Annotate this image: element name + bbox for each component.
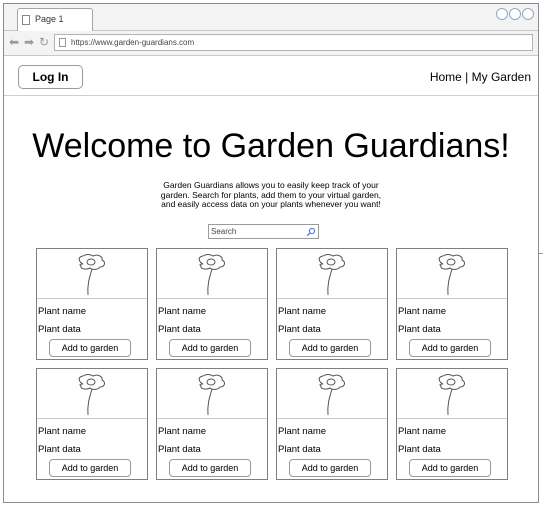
plant-data: Plant data xyxy=(158,444,201,455)
intro-line: and easily access data on your plants wh… xyxy=(161,199,381,209)
page-icon xyxy=(22,15,30,25)
browser-tab[interactable]: Page 1 xyxy=(17,8,93,31)
plant-image xyxy=(397,249,507,299)
plant-image xyxy=(157,249,267,299)
plant-image xyxy=(397,369,507,419)
url-text: https://www.garden-guardians.com xyxy=(71,38,195,47)
flower-icon xyxy=(318,254,345,296)
top-nav: Home | My Garden xyxy=(430,70,531,84)
plant-image xyxy=(277,249,387,299)
header-divider xyxy=(4,95,538,96)
nav-separator: | xyxy=(465,70,469,84)
add-to-garden-button[interactable]: Add to garden xyxy=(49,459,131,477)
plant-image xyxy=(37,249,147,299)
plant-card: Plant name Plant data Add to garden xyxy=(156,368,268,480)
plant-name: Plant name xyxy=(278,426,327,437)
flower-icon xyxy=(198,254,225,296)
plant-name: Plant name xyxy=(398,426,447,437)
plant-image xyxy=(37,369,147,419)
plant-card: Plant name Plant data Add to garden xyxy=(276,248,388,360)
plant-name: Plant name xyxy=(38,306,87,317)
minimize-icon[interactable] xyxy=(496,8,508,20)
flower-icon xyxy=(438,254,465,296)
search-box xyxy=(208,224,319,239)
add-to-garden-button[interactable]: Add to garden xyxy=(169,339,251,357)
browser-window: Page 1 ⬅ ➡ ↻ https://www.garden-guardian… xyxy=(3,3,539,503)
plant-data: Plant data xyxy=(278,324,321,335)
plant-image xyxy=(277,369,387,419)
plant-data: Plant data xyxy=(38,444,81,455)
flower-icon xyxy=(438,374,465,416)
flower-icon xyxy=(78,374,105,416)
login-button[interactable]: Log In xyxy=(18,65,83,89)
flower-icon xyxy=(78,254,105,296)
plant-data: Plant data xyxy=(158,324,201,335)
intro-text: Garden Guardians allows you to easily ke… xyxy=(146,180,396,210)
side-marker xyxy=(539,253,543,254)
flower-icon xyxy=(318,374,345,416)
plant-card: Plant name Plant data Add to garden xyxy=(396,368,508,480)
plant-card: Plant name Plant data Add to garden xyxy=(36,368,148,480)
add-to-garden-button[interactable]: Add to garden xyxy=(169,459,251,477)
nav-home-link[interactable]: Home xyxy=(430,70,462,84)
add-to-garden-button[interactable]: Add to garden xyxy=(289,339,371,357)
address-bar: ⬅ ➡ ↻ https://www.garden-guardians.com xyxy=(4,31,538,56)
add-to-garden-button[interactable]: Add to garden xyxy=(289,459,371,477)
search-input[interactable] xyxy=(209,225,306,238)
plant-data: Plant data xyxy=(278,444,321,455)
plant-card: Plant name Plant data Add to garden xyxy=(276,368,388,480)
plant-card: Plant name Plant data Add to garden xyxy=(36,248,148,360)
plant-image xyxy=(157,369,267,419)
plant-card: Plant name Plant data Add to garden xyxy=(396,248,508,360)
flower-icon xyxy=(198,374,225,416)
plant-data: Plant data xyxy=(398,324,441,335)
window-controls xyxy=(495,7,534,25)
plant-name: Plant name xyxy=(158,306,207,317)
page-title: Welcome to Garden Guardians! xyxy=(32,127,510,165)
plant-name: Plant name xyxy=(38,426,87,437)
tab-bar: Page 1 xyxy=(4,4,538,31)
plant-data: Plant data xyxy=(398,444,441,455)
add-to-garden-button[interactable]: Add to garden xyxy=(409,339,491,357)
plant-name: Plant name xyxy=(278,306,327,317)
reload-icon[interactable]: ↻ xyxy=(39,36,49,48)
url-field[interactable]: https://www.garden-guardians.com xyxy=(54,34,533,51)
plant-data: Plant data xyxy=(38,324,81,335)
forward-arrow-icon[interactable]: ➡ xyxy=(24,36,34,48)
plant-name: Plant name xyxy=(398,306,447,317)
nav-my-garden-link[interactable]: My Garden xyxy=(472,70,531,84)
plant-name: Plant name xyxy=(158,426,207,437)
tab-label: Page 1 xyxy=(35,14,64,24)
close-icon[interactable] xyxy=(522,8,534,20)
add-to-garden-button[interactable]: Add to garden xyxy=(409,459,491,477)
maximize-icon[interactable] xyxy=(509,8,521,20)
search-icon[interactable] xyxy=(306,227,316,237)
back-arrow-icon[interactable]: ⬅ xyxy=(9,36,19,48)
add-to-garden-button[interactable]: Add to garden xyxy=(49,339,131,357)
page-icon xyxy=(59,38,66,47)
plant-card: Plant name Plant data Add to garden xyxy=(156,248,268,360)
